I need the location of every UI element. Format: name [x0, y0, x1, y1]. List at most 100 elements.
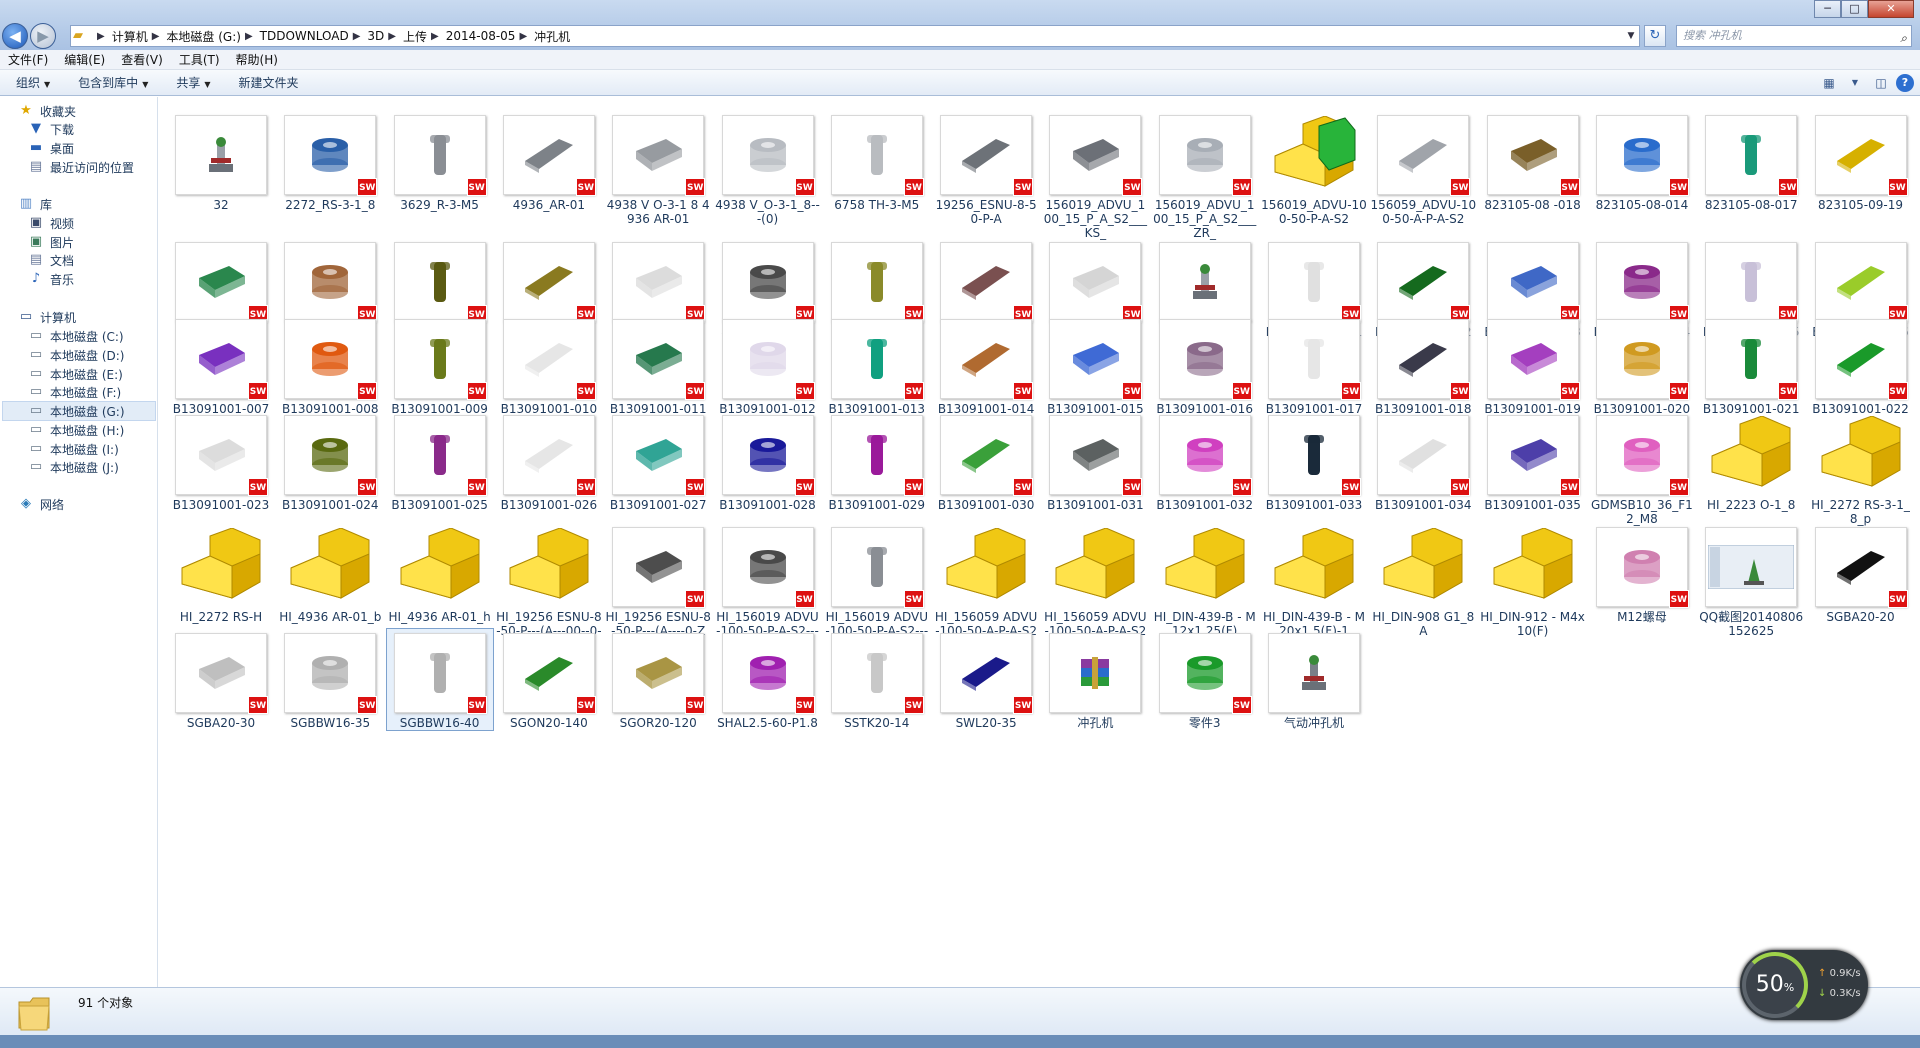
file-item[interactable]: SW B13091001-022 [1808, 315, 1914, 416]
menu-edit[interactable]: 编辑(E) [56, 50, 113, 69]
file-item[interactable]: SW B13091001-034 [1370, 411, 1476, 512]
preview-pane-icon[interactable]: ◫ [1870, 74, 1892, 92]
file-item[interactable]: SW 2272_RS-3-1_8 [277, 111, 383, 212]
close-button[interactable]: ✕ [1868, 0, 1914, 18]
breadcrumb-item[interactable]: ▶ 上传 [384, 26, 427, 46]
file-item[interactable]: HI_DIN-908 G1_8A [1370, 523, 1476, 638]
breadcrumb-item[interactable]: ▶ 2014-08-05 [427, 26, 515, 46]
minimize-button[interactable]: ─ [1814, 0, 1841, 18]
file-item[interactable]: SW B13091001-029 [824, 411, 930, 512]
file-item[interactable]: SW B13091001-017 [1261, 315, 1367, 416]
menu-tools[interactable]: 工具(T) [171, 50, 228, 69]
change-view-icon[interactable]: ▦ [1818, 74, 1840, 92]
file-item[interactable]: HI_DIN-912 - M4x10(F) [1480, 523, 1586, 638]
file-item[interactable]: HI_2223 O-1_8 [1698, 411, 1804, 512]
file-item[interactable]: SW M12螺母 [1589, 523, 1695, 624]
menu-file[interactable]: 文件(F) [0, 50, 56, 69]
file-item[interactable]: SW B13091001-031 [1042, 411, 1148, 512]
file-item[interactable]: SW B13091001-007 [168, 315, 274, 416]
file-item[interactable]: SW B13091001-018 [1370, 315, 1476, 416]
share-button[interactable]: 共享 ▼ [160, 70, 222, 95]
search-icon[interactable]: ⌕ [1900, 28, 1907, 48]
file-item[interactable]: SW B13091001-030 [933, 411, 1039, 512]
network-speed-widget[interactable]: 50% ↑ 0.9K/s ↓ 0.3K/s [1740, 950, 1868, 1020]
sidebar-item-documents[interactable]: ▤ 文档 [28, 250, 74, 270]
file-item[interactable]: HI_DIN-439-B - M12x1.25(F) [1152, 523, 1258, 638]
file-item[interactable]: SW B13091001-020 [1589, 315, 1695, 416]
sidebar-item-desktop[interactable]: ▬ 桌面 [28, 138, 74, 158]
file-item[interactable]: SW 156019_ADVU_100_15_P_A_S2___KS_ [1042, 111, 1148, 240]
file-item[interactable]: SW B13091001-023 [168, 411, 274, 512]
file-item[interactable]: SW 19256_ESNU-8-50-P-A [933, 111, 1039, 226]
file-item[interactable]: SW B13091001-008 [277, 315, 383, 416]
sidebar-item-drive-e[interactable]: ▭ 本地磁盘 (E:) [28, 364, 123, 384]
breadcrumb-item[interactable]: ▶ 冲孔机 [515, 26, 570, 46]
file-item[interactable]: SW SGBBW16-35 [277, 629, 383, 730]
file-item[interactable]: QQ截图20140806152625 [1698, 523, 1804, 638]
breadcrumb-item[interactable]: ▶ 计算机 [93, 26, 148, 46]
sidebar-item-pictures[interactable]: ▣ 图片 [28, 232, 74, 252]
file-item[interactable]: SW B13091001-027 [605, 411, 711, 512]
help-icon[interactable]: ? [1896, 74, 1914, 92]
refresh-button[interactable]: ↻ [1644, 25, 1666, 47]
file-item[interactable]: SW SGBA20-20 [1808, 523, 1914, 624]
file-item[interactable]: SW B13091001-016 [1152, 315, 1258, 416]
file-item[interactable]: SW 4936_AR-01 [496, 111, 602, 212]
file-item[interactable]: SW 6758 TH-3-M5 [824, 111, 930, 212]
file-item[interactable]: SW SGOR20-120 [605, 629, 711, 730]
file-item[interactable]: 冲孔机 [1042, 629, 1148, 730]
forward-button[interactable]: ▶ [30, 23, 56, 49]
file-item[interactable]: HI_2272 RS-H [168, 523, 274, 624]
breadcrumb-item[interactable]: ▶ 3D [349, 26, 385, 46]
file-item[interactable]: SW B13091001-010 [496, 315, 602, 416]
file-item[interactable]: SW B13091001-021 [1698, 315, 1804, 416]
file-item[interactable]: SW 3629_R-3-M5 [387, 111, 493, 212]
sidebar-item-drive-c[interactable]: ▭ 本地磁盘 (C:) [28, 326, 124, 346]
file-item[interactable]: SW SGBBW16-40 [385, 628, 494, 731]
file-item[interactable]: 32 [168, 111, 274, 212]
file-item[interactable]: SW 156019_ADVU_100_15_P_A_S2___ZR_ [1152, 111, 1258, 240]
file-item[interactable]: SW 4938 V O-3-1 8 4936 AR-01 [605, 111, 711, 226]
sidebar-item-drive-g[interactable]: ▭ 本地磁盘 (G:) [2, 401, 156, 421]
sidebar-network[interactable]: ◈ 网络 [18, 494, 64, 514]
file-item[interactable]: SW B13091001-014 [933, 315, 1039, 416]
sidebar-computer[interactable]: ▭ 计算机 [18, 307, 76, 327]
file-item[interactable]: SW B13091001-025 [387, 411, 493, 512]
file-item[interactable]: SW 823105-08 -018 [1480, 111, 1586, 212]
back-button[interactable]: ◀ [2, 23, 28, 49]
file-item[interactable]: SW B13091001-015 [1042, 315, 1148, 416]
file-item[interactable]: SW B13091001-035 [1480, 411, 1586, 512]
file-item[interactable]: SW 4938 V_O-3-1_8---(0) [715, 111, 821, 226]
sidebar-favorites[interactable]: ★ 收藏夹 [18, 101, 76, 121]
sidebar-item-drive-j[interactable]: ▭ 本地磁盘 (J:) [28, 457, 119, 477]
file-item[interactable]: SW SHAL2.5-60-P1.8 [715, 629, 821, 730]
address-bar[interactable]: ▰ ▶ 计算机 ▶ 本地磁盘 (G:) ▶ TDDOWNLOAD ▶ 3D ▶ 上传 ▶ 2… [70, 25, 1640, 47]
sidebar-item-drive-i[interactable]: ▭ 本地磁盘 (I:) [28, 439, 119, 459]
chevron-down-icon[interactable]: ▼ [1844, 74, 1866, 92]
organize-button[interactable]: 组织 ▼ [0, 70, 62, 95]
file-item[interactable]: SW B13091001-032 [1152, 411, 1258, 512]
menu-view[interactable]: 查看(V) [113, 50, 171, 69]
file-item[interactable]: 156019_ADVU-100-50-P-A-S2 [1261, 111, 1367, 226]
sidebar-item-drive-d[interactable]: ▭ 本地磁盘 (D:) [28, 345, 125, 365]
new-folder-button[interactable]: 新建文件夹 [223, 70, 311, 95]
file-item[interactable]: SW B13091001-028 [715, 411, 821, 512]
file-item[interactable]: HI_DIN-439-B - M20x1.5(F)-1 [1261, 523, 1367, 638]
file-item[interactable]: HI_4936 AR-01_b [277, 523, 383, 624]
file-item[interactable]: SW SWL20-35 [933, 629, 1039, 730]
file-item[interactable]: SW SGBA20-30 [168, 629, 274, 730]
file-item[interactable]: SW B13091001-012 [715, 315, 821, 416]
maximize-button[interactable]: □ [1841, 0, 1868, 18]
file-item[interactable]: 气动冲孔机 [1261, 629, 1367, 730]
file-item[interactable]: SW B13091001-019 [1480, 315, 1586, 416]
file-item[interactable]: SW B13091001-026 [496, 411, 602, 512]
menu-help[interactable]: 帮助(H) [228, 50, 286, 69]
file-item[interactable]: SW 156059_ADVU-100-50-A-P-A-S2 [1370, 111, 1476, 226]
sidebar-item-recent[interactable]: ▤ 最近访问的位置 [28, 157, 134, 177]
sidebar-item-drive-h[interactable]: ▭ 本地磁盘 (H:) [28, 420, 124, 440]
file-item[interactable]: SW B13091001-011 [605, 315, 711, 416]
sidebar-libraries[interactable]: ▥ 库 [18, 194, 52, 214]
breadcrumb-item[interactable]: ▶ TDDOWNLOAD [241, 26, 349, 46]
include-in-library-button[interactable]: 包含到库中 ▼ [62, 70, 160, 95]
file-item[interactable]: SW 823105-08-017 [1698, 111, 1804, 212]
